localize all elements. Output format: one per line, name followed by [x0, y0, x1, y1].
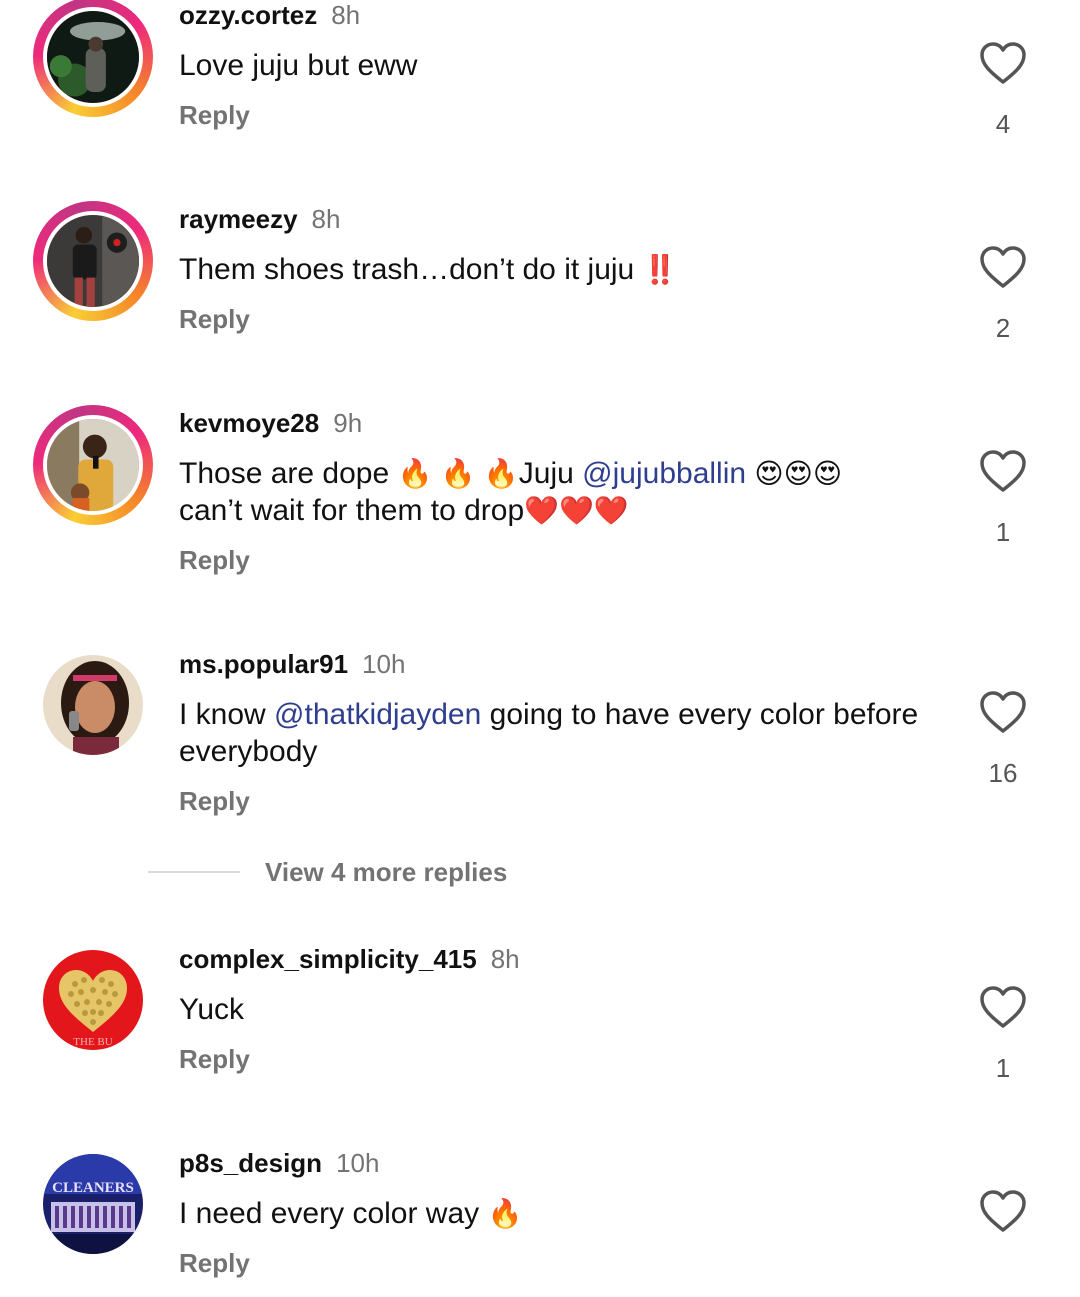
reply-button[interactable]: Reply — [179, 545, 250, 575]
timestamp: 10h — [362, 649, 406, 679]
reply-button[interactable]: Reply — [179, 1248, 250, 1278]
like-count: 1 — [995, 517, 1011, 547]
fire-emoji: 🔥 — [440, 457, 476, 490]
like-control: 1 — [976, 449, 1030, 547]
red-heart-emoji: ❤️ — [593, 494, 629, 527]
woman-phone-photo-icon — [43, 655, 143, 755]
comment-text-part: Those are dope — [179, 457, 398, 490]
comment-meta: ozzy.cortez 8h — [179, 0, 360, 30]
heart-icon[interactable] — [979, 1189, 1027, 1233]
comment-text: Them shoes trash…don’t do it juju ‼️ — [179, 251, 939, 288]
timestamp: 8h — [331, 0, 361, 30]
reply-button[interactable]: Reply — [179, 1044, 250, 1074]
avatar-logo-text: THE BU — [73, 1036, 112, 1048]
timestamp: 9h — [333, 408, 363, 438]
person-standing-photo-icon — [47, 215, 139, 307]
person-selfie-photo-icon — [47, 419, 139, 511]
heart-icon[interactable] — [979, 449, 1027, 493]
divider-line — [148, 871, 240, 873]
comment-text: Yuck — [179, 993, 245, 1026]
avatar-wrapper[interactable]: THE BU — [33, 940, 153, 1060]
mention-link[interactable]: @jujubballin — [582, 457, 746, 490]
like-count: 1 — [995, 1053, 1011, 1083]
username[interactable]: kevmoye28 — [179, 408, 319, 438]
comment-meta: ms.popular91 10h — [179, 649, 405, 679]
comment-meta: complex_simplicity_415 8h — [179, 944, 520, 974]
person-night-photo-icon — [47, 11, 139, 103]
like-count: 2 — [995, 313, 1011, 343]
avatar-story-ring[interactable] — [33, 0, 153, 117]
avatar-wrapper[interactable]: CLEANERS — [33, 1144, 153, 1264]
username[interactable]: ms.popular91 — [179, 649, 348, 679]
heart-icon[interactable] — [979, 41, 1027, 85]
comment-text: I know @thatkidjayden going to have ever… — [179, 696, 939, 770]
comment-text: Love juju but eww — [179, 49, 418, 82]
double-exclamation-emoji: ‼️ — [642, 253, 678, 286]
comment-meta: p8s_design 10h — [179, 1148, 379, 1178]
username[interactable]: complex_simplicity_415 — [179, 944, 477, 974]
view-more-replies-label: View 4 more replies — [265, 857, 508, 887]
timestamp: 8h — [311, 204, 341, 234]
fire-emoji: 🔥 — [397, 457, 433, 490]
avatar — [43, 211, 143, 311]
comment-text-part: I know — [179, 698, 275, 731]
avatar-wrapper[interactable] — [33, 645, 153, 765]
like-control: 16 — [976, 690, 1030, 788]
avatar — [43, 415, 143, 515]
reply-button[interactable]: Reply — [179, 786, 250, 816]
red-heart-emoji: ❤️ — [559, 494, 594, 527]
comment-text-part: Them shoes trash…don’t do it juju — [179, 253, 643, 286]
avatar — [43, 7, 143, 107]
comment-text: I need every color way 🔥 — [179, 1195, 939, 1232]
comment-text-part: I need every color way — [179, 1197, 488, 1230]
comment-meta: kevmoye28 9h — [179, 408, 362, 438]
heart-icon[interactable] — [979, 690, 1027, 734]
store-sign-text: CLEANERS — [52, 1180, 134, 1196]
reply-button[interactable]: Reply — [179, 304, 250, 334]
fire-emoji: 🔥 — [487, 1197, 523, 1230]
timestamp: 10h — [336, 1148, 380, 1178]
heart-eyes-emoji: 😍 — [783, 457, 813, 490]
gold-heart-logo-icon: THE BU — [43, 950, 143, 1050]
like-count: 4 — [995, 109, 1011, 139]
heart-icon[interactable] — [979, 985, 1027, 1029]
like-control: 1 — [976, 985, 1030, 1083]
heart-eyes-emoji: 😍 — [754, 457, 784, 490]
like-control — [976, 1189, 1030, 1233]
mention-link[interactable]: @thatkidjayden — [274, 698, 481, 731]
like-control: 4 — [976, 41, 1030, 139]
like-count: 16 — [988, 758, 1018, 788]
username[interactable]: p8s_design — [179, 1148, 322, 1178]
timestamp: 8h — [490, 944, 520, 974]
avatar-story-ring[interactable] — [33, 405, 153, 525]
heart-eyes-emoji: 😍 — [812, 457, 843, 490]
username[interactable]: raymeezy — [179, 204, 298, 234]
cleaners-store-photo-icon: CLEANERS — [43, 1154, 143, 1254]
view-more-replies-button[interactable]: View 4 more replies — [148, 855, 507, 889]
fire-emoji: 🔥 — [483, 457, 519, 490]
comment-text: Those are dope 🔥 🔥 🔥Juju @jujubballin 😍😍… — [179, 455, 959, 529]
comment-meta: raymeezy 8h — [179, 204, 340, 234]
avatar — [43, 655, 143, 755]
comment-text-part: Juju — [518, 457, 583, 490]
heart-icon[interactable] — [979, 245, 1027, 289]
avatar: CLEANERS — [43, 1154, 143, 1254]
comment-text-part: can’t wait for them to drop — [179, 494, 525, 527]
red-heart-emoji: ❤️ — [524, 494, 560, 527]
username[interactable]: ozzy.cortez — [179, 0, 317, 30]
avatar: THE BU — [43, 950, 143, 1050]
like-control: 2 — [976, 245, 1030, 343]
avatar-story-ring[interactable] — [33, 201, 153, 321]
reply-button[interactable]: Reply — [179, 100, 250, 130]
